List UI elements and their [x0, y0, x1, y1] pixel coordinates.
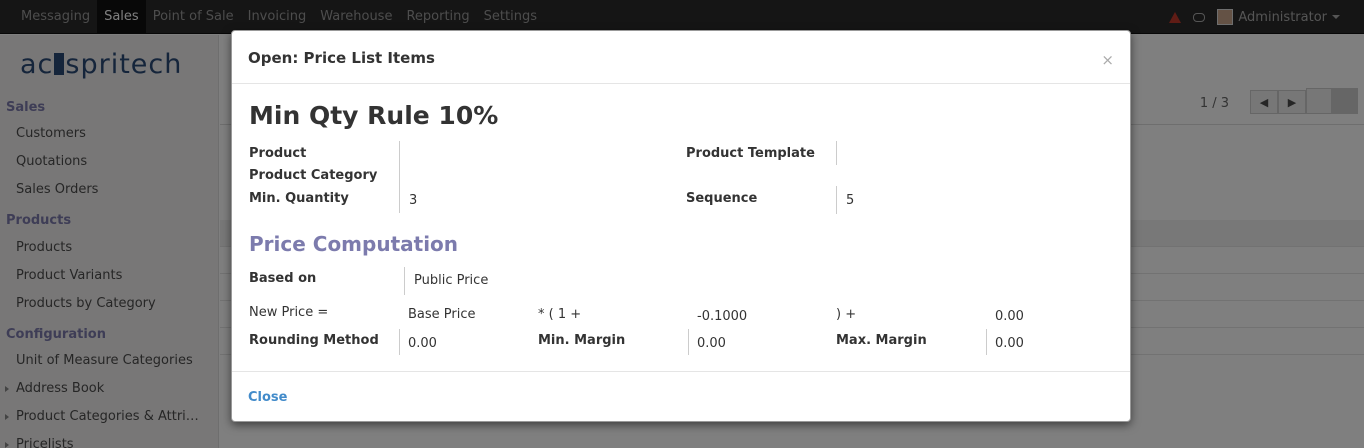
- sequence-label: Sequence: [686, 191, 758, 206]
- price-list-item-dialog: Open: Price List Items × Min Qty Rule 10…: [231, 30, 1131, 422]
- min-quantity-field[interactable]: 3: [409, 193, 417, 208]
- min-quantity-label: Min. Quantity: [249, 191, 349, 206]
- field-separator: [399, 141, 400, 213]
- modal-header: Open: Price List Items ×: [232, 31, 1130, 84]
- field-separator: [986, 329, 987, 355]
- field-separator: [404, 267, 405, 295]
- rounding-method-label: Rounding Method: [249, 333, 379, 348]
- min-margin-label: Min. Margin: [538, 333, 626, 348]
- multiplier-prefix: * ( 1 +: [538, 307, 582, 322]
- discount-field[interactable]: -0.1000: [697, 309, 747, 324]
- rule-name: Min Qty Rule 10%: [249, 101, 499, 130]
- field-separator: [688, 329, 689, 355]
- product-category-label: Product Category: [249, 168, 378, 183]
- sequence-field[interactable]: 5: [846, 193, 854, 208]
- product-template-label: Product Template: [686, 146, 815, 161]
- surcharge-prefix: ) +: [836, 307, 857, 322]
- based-on-field[interactable]: Public Price: [414, 273, 488, 288]
- close-button[interactable]: Close: [248, 390, 287, 405]
- surcharge-field[interactable]: 0.00: [995, 309, 1024, 324]
- based-on-label: Based on: [249, 271, 317, 286]
- field-separator: [836, 141, 837, 165]
- modal-footer: Close: [232, 371, 1130, 422]
- max-margin-field[interactable]: 0.00: [995, 336, 1024, 351]
- base-price-text: Base Price: [408, 307, 476, 322]
- rounding-field[interactable]: 0.00: [408, 336, 437, 351]
- min-margin-field[interactable]: 0.00: [697, 336, 726, 351]
- modal-title: Open: Price List Items: [248, 49, 435, 67]
- new-price-label: New Price =: [249, 305, 329, 320]
- close-icon[interactable]: ×: [1101, 51, 1114, 69]
- product-label: Product: [249, 146, 307, 161]
- field-separator: [836, 186, 837, 214]
- price-computation-heading: Price Computation: [249, 232, 459, 256]
- field-separator: [399, 329, 400, 355]
- max-margin-label: Max. Margin: [836, 333, 927, 348]
